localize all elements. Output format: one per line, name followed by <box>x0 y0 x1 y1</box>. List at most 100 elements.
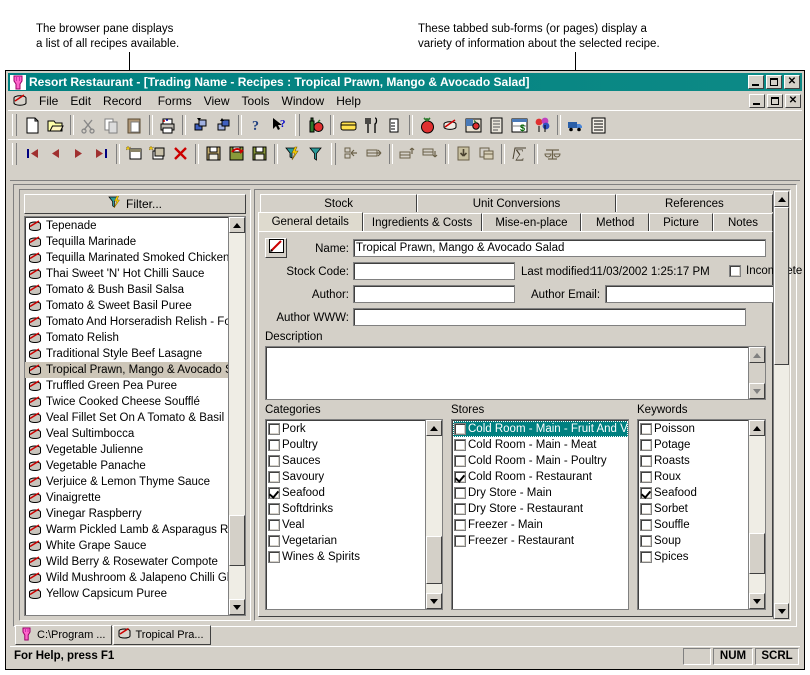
context-help-icon[interactable]: ? <box>268 114 291 136</box>
child-minimize-button[interactable] <box>749 93 765 108</box>
recipe-list-item[interactable]: Yellow Capsicum Puree <box>25 586 228 602</box>
move-row-down-icon[interactable] <box>419 143 442 165</box>
category-item[interactable]: Sauces <box>267 453 425 469</box>
duplicate-record-icon[interactable] <box>146 143 169 165</box>
store-item[interactable]: Freezer - Restaurant <box>453 533 628 549</box>
menu-item-help[interactable]: Help <box>330 93 367 109</box>
copy-icon[interactable] <box>100 114 123 136</box>
delete-record-icon[interactable] <box>169 143 192 165</box>
category-item[interactable]: Veal <box>267 517 425 533</box>
category-item[interactable]: Softdrinks <box>267 501 425 517</box>
description-field[interactable] <box>265 346 766 400</box>
keyword-item[interactable]: Spices <box>639 549 748 565</box>
scroll-thumb[interactable] <box>229 514 245 567</box>
store-item-checkbox[interactable] <box>454 439 466 451</box>
tab-general-details[interactable]: General details <box>258 212 363 231</box>
categories-listbox[interactable]: Pork Poultry Sauces Savoury Seafood Softdrink… <box>265 419 443 610</box>
store-item[interactable]: Cold Room - Main - Meat <box>453 437 628 453</box>
document-icon[interactable] <box>485 114 508 136</box>
store-item[interactable]: Cold Room - Restaurant <box>453 469 628 485</box>
keyword-item[interactable]: Roux <box>639 469 748 485</box>
butter-icon[interactable] <box>337 114 360 136</box>
scroll-down-button[interactable] <box>774 603 789 619</box>
tab-mise-en-place[interactable]: Mise-en-place <box>481 213 582 231</box>
toolbar-grip[interactable] <box>331 142 336 165</box>
keyword-item-checkbox[interactable] <box>640 439 652 451</box>
recipe-document-icon[interactable] <box>12 93 28 108</box>
store-item[interactable]: Dry Store - Main <box>453 485 628 501</box>
category-item-checkbox[interactable] <box>268 519 280 531</box>
delivery-truck-icon[interactable] <box>564 114 587 136</box>
scroll-thumb[interactable] <box>774 207 789 366</box>
scales-icon[interactable] <box>541 143 564 165</box>
store-item-checkbox[interactable] <box>454 487 466 499</box>
author-www-field[interactable] <box>353 308 746 326</box>
price-list-icon[interactable]: $ <box>508 114 531 136</box>
tab-unit-conversions[interactable]: Unit Conversions <box>417 194 616 212</box>
recipe-list-item[interactable]: Veal Fillet Set On A Tomato & Basil Sals <box>25 410 228 426</box>
child-restore-button[interactable] <box>767 93 783 108</box>
recipe-list-item[interactable]: White Grape Sauce <box>25 538 228 554</box>
tab-references[interactable]: References <box>615 194 773 212</box>
form-pane-scrollbar[interactable] <box>773 191 789 619</box>
recipe-list-item[interactable]: Thai Sweet 'N' Hot Chilli Sauce <box>25 266 228 282</box>
scroll-down-button[interactable] <box>749 593 765 609</box>
new-document-icon[interactable] <box>21 114 44 136</box>
sum-icon[interactable]: ∑ <box>508 143 531 165</box>
store-item-checkbox[interactable] <box>454 471 466 483</box>
append-row-icon[interactable] <box>363 143 386 165</box>
category-item-checkbox[interactable] <box>268 551 280 563</box>
paste-icon[interactable] <box>123 114 146 136</box>
store-item-checkbox[interactable] <box>454 503 466 515</box>
previous-record-icon[interactable] <box>44 143 67 165</box>
recipe-list-item[interactable]: Vinaigrette <box>25 490 228 506</box>
keywords-listbox[interactable]: Poisson Potage Roasts Roux Seafood Sorbet Souf… <box>637 419 766 610</box>
store-item-checkbox[interactable] <box>454 423 466 435</box>
recipe-list-item[interactable]: Tequilla Marinated Smoked Chicken To <box>25 250 228 266</box>
keyword-item[interactable]: Poisson <box>639 421 748 437</box>
tab-stock[interactable]: Stock <box>260 194 418 212</box>
recipe-list-item[interactable]: Truffled Green Pea Puree <box>25 378 228 394</box>
recipe-list-item[interactable]: Traditional Style Beef Lasagne <box>25 346 228 362</box>
print-icon[interactable] <box>156 114 179 136</box>
scroll-thumb[interactable] <box>426 536 442 584</box>
store-item[interactable]: Dry Store - Restaurant <box>453 501 628 517</box>
toolbar-grip[interactable] <box>12 142 17 165</box>
menu-item-record[interactable]: Record <box>97 93 148 109</box>
measuring-jug-icon[interactable] <box>383 114 406 136</box>
menu-item-file[interactable]: File <box>33 93 64 109</box>
scroll-up-button[interactable] <box>749 347 765 363</box>
recipe-list-item[interactable]: Tomato And Horseradish Relish - For O <box>25 314 228 330</box>
edit-record-button[interactable] <box>265 238 287 258</box>
menu-item-window[interactable]: Window <box>276 93 331 109</box>
category-item[interactable]: Pork <box>267 421 425 437</box>
description-scrollbar[interactable] <box>748 347 765 399</box>
recipe-list[interactable]: Tepenade Tequilla Marinade Tequilla Marina… <box>24 216 246 616</box>
store-item[interactable]: Cold Room - Main - Poultry <box>453 453 628 469</box>
scroll-up-button[interactable] <box>426 420 442 436</box>
balloons-icon[interactable] <box>531 114 554 136</box>
insert-row-icon[interactable] <box>340 143 363 165</box>
keywords-scrollbar[interactable] <box>748 420 765 609</box>
open-folder-icon[interactable] <box>44 114 67 136</box>
task-button-recipe[interactable]: Tropical Pra... <box>113 625 211 645</box>
store-item-checkbox[interactable] <box>454 519 466 531</box>
store-item-checkbox[interactable] <box>454 535 466 547</box>
recipe-list-item[interactable]: Warm Pickled Lamb & Asparagus Rolls <box>25 522 228 538</box>
recipe-list-item[interactable]: Tequilla Marinade <box>25 234 228 250</box>
scroll-up-button[interactable] <box>774 191 789 207</box>
category-item-checkbox[interactable] <box>268 471 280 483</box>
category-item[interactable]: Poultry <box>267 437 425 453</box>
store-item-checkbox[interactable] <box>454 455 466 467</box>
scroll-track[interactable] <box>749 436 765 593</box>
recipe-list-item[interactable]: Wild Mushroom & Jalapeno Chilli Glaze <box>25 570 228 586</box>
menu-item-view[interactable]: View <box>198 93 236 109</box>
next-record-icon[interactable] <box>67 143 90 165</box>
tab-method[interactable]: Method <box>581 213 650 231</box>
scroll-track[interactable] <box>774 207 789 603</box>
recipe-list-item[interactable]: Tomato Relish <box>25 330 228 346</box>
recipe-list-item[interactable]: Tropical Prawn, Mango & Avocado Sal <box>25 362 228 378</box>
last-record-icon[interactable] <box>90 143 113 165</box>
recipe-list-item[interactable]: Verjuice & Lemon Thyme Sauce <box>25 474 228 490</box>
scroll-thumb[interactable] <box>749 533 765 575</box>
